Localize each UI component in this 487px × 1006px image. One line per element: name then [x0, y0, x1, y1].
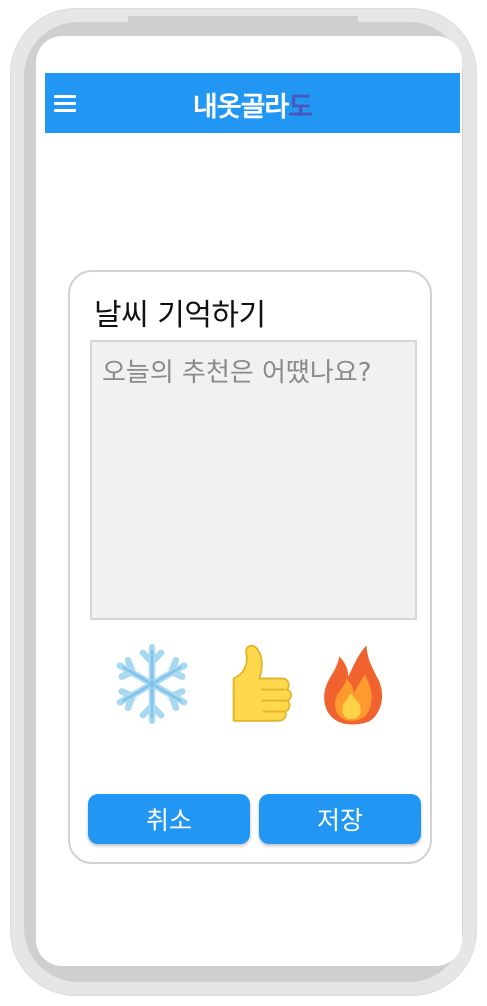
app-bar: 내옷골라도 — [45, 73, 460, 133]
app-title: 내옷골라도 — [45, 85, 460, 124]
thumbs-up-icon — [229, 641, 296, 726]
hot-option-button[interactable] — [306, 638, 398, 730]
cancel-button[interactable]: 취소 — [88, 794, 250, 844]
app-title-main: 내옷골라 — [192, 92, 289, 123]
save-button[interactable]: 저장 — [259, 794, 421, 844]
memo-input[interactable] — [90, 340, 417, 620]
snowflake-icon — [111, 638, 193, 730]
cold-option-button[interactable] — [106, 638, 198, 730]
fire-icon — [319, 640, 387, 730]
speaker-grille — [224, 45, 264, 49]
app-title-accent: 도 — [288, 92, 313, 123]
card-title: 날씨 기억하기 — [94, 298, 266, 333]
good-option-button[interactable] — [206, 638, 298, 730]
weather-memo-card: 날씨 기억하기 오늘의 추천은 어떘나요? 취소 저장 — [68, 270, 432, 864]
